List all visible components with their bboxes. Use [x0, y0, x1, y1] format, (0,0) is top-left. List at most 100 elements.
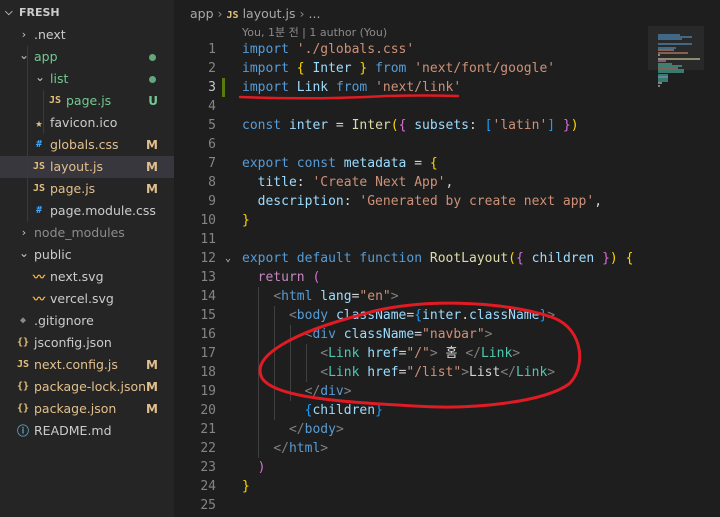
code-line[interactable]: 2 import { Inter } from 'next/font/google…: [174, 59, 648, 78]
minimap[interactable]: [648, 0, 720, 517]
code-line[interactable]: 7 export const metadata = {: [174, 154, 648, 173]
explorer-item-label: package-lock.json: [34, 379, 147, 394]
explorer-item[interactable]: ⓘ README.md: [0, 420, 174, 442]
chevron-down-icon: ⌄: [18, 48, 30, 62]
breadcrumb-folder[interactable]: app: [190, 6, 214, 21]
code-text: <Link href="/"> 홈 </Link>: [242, 344, 520, 363]
code-token: function: [359, 251, 423, 266]
code-token: [: [484, 118, 493, 133]
code-token: {: [625, 251, 634, 266]
explorer-item[interactable]: › .next: [0, 24, 174, 46]
line-number: 23: [200, 460, 216, 475]
code-token: metadata: [343, 156, 407, 171]
code-text: <div className="navbar">: [242, 325, 493, 344]
explorer-item-label: globals.css: [50, 137, 119, 152]
code-token: ]: [547, 118, 556, 133]
explorer-item[interactable]: ◆ .gitignore: [0, 310, 174, 332]
git-icon: ◆: [19, 315, 27, 326]
code-line[interactable]: 18 <Link href="/list">List</Link>: [174, 363, 648, 382]
code-token: Link: [515, 365, 548, 380]
code-token: html: [281, 289, 313, 304]
code-text: export const metadata = {: [242, 154, 438, 173]
explorer-item[interactable]: ⌄ public: [0, 244, 174, 266]
code-line[interactable]: 22 </html>: [174, 439, 648, 458]
code-line[interactable]: 10}: [174, 211, 648, 230]
minimap-slider[interactable]: [648, 26, 704, 70]
code-text: </html>: [242, 439, 328, 458]
code-token: <: [273, 289, 282, 304]
code-token: default: [296, 251, 352, 266]
line-number: 3: [208, 80, 216, 95]
code-token: 홈: [437, 346, 466, 361]
code-line[interactable]: 3 import Link from 'next/link': [174, 78, 648, 97]
code-line[interactable]: 1 import './globals.css': [174, 40, 648, 59]
explorer-item-label: package.json: [34, 401, 117, 416]
code-line[interactable]: 17 <Link href="/"> 홈 </Link>: [174, 344, 648, 363]
explorer-item[interactable]: › node_modules: [0, 222, 174, 244]
code-token: <: [320, 346, 329, 361]
code-text: const inter = Inter({ subsets: ['latin']…: [242, 116, 579, 135]
code-token: Link: [480, 346, 513, 361]
code-token: className: [343, 327, 415, 342]
code-line[interactable]: 8 title: 'Create Next App',: [174, 173, 648, 192]
breadcrumb-file[interactable]: layout.js: [243, 6, 296, 21]
js-file-icon: JS: [32, 183, 46, 194]
code-line[interactable]: 13 return (: [174, 268, 648, 287]
code-line[interactable]: 5 const inter = Inter({ subsets: ['latin'…: [174, 116, 648, 135]
code-line[interactable]: 15 <body className={inter.className}>: [174, 306, 648, 325]
json-file-icon: {}: [16, 403, 30, 414]
line-number: 16: [200, 327, 216, 342]
code-token: :: [343, 194, 360, 209]
explorer-item[interactable]: {} jsconfig.json: [0, 332, 174, 354]
code-line[interactable]: 25: [174, 496, 648, 515]
code-line[interactable]: 4: [174, 97, 648, 116]
code-line[interactable]: 14 <html lang="en">: [174, 287, 648, 306]
fold-chevron-icon[interactable]: ⌄: [225, 249, 231, 268]
code-token: Inter: [312, 61, 352, 76]
code-token: from: [375, 61, 407, 76]
explorer-item-label: next.svg: [50, 269, 104, 284]
code-line[interactable]: 16 <div className="navbar">: [174, 325, 648, 344]
code-line[interactable]: 19 </div>: [174, 382, 648, 401]
code-token: ): [609, 251, 618, 266]
code-token: Link: [296, 80, 329, 95]
chevron-right-icon: ›: [299, 6, 305, 21]
explorer-item[interactable]: {} package-lock.json M: [0, 376, 174, 398]
code-token: div: [320, 384, 344, 399]
code-token: {: [515, 251, 524, 266]
code-token: ): [257, 460, 266, 475]
line-number: 11: [200, 232, 216, 247]
explorer-root-folder[interactable]: ⌵ FRESH: [0, 0, 174, 26]
code-token: 'next/link': [375, 80, 462, 95]
explorer-item[interactable]: 〰 vercel.svg: [0, 288, 174, 310]
code-line[interactable]: 24}: [174, 477, 648, 496]
code-token: >: [343, 384, 352, 399]
code-token: >: [547, 308, 556, 323]
explorer-item[interactable]: JS next.config.js M: [0, 354, 174, 376]
chevron-right-icon: ›: [217, 6, 223, 21]
breadcrumb-symbol[interactable]: ...: [309, 6, 321, 21]
explorer-item[interactable]: {} package.json M: [0, 398, 174, 420]
git-status-badge: M: [146, 160, 158, 174]
code-text: import './globals.css': [242, 40, 414, 59]
code-token: import: [242, 42, 289, 57]
code-line[interactable]: 6: [174, 135, 648, 154]
code-token: </: [288, 422, 305, 437]
code-line[interactable]: 23 ): [174, 458, 648, 477]
explorer-item[interactable]: 〰 next.svg: [0, 266, 174, 288]
code-line[interactable]: 20 {children}: [174, 401, 648, 420]
code-line[interactable]: 12 ⌄ export default function RootLayout({ …: [174, 249, 648, 268]
code-token: from: [335, 80, 368, 95]
chevron-down-icon: ⌄: [18, 246, 30, 260]
code-token: >: [512, 346, 521, 361]
code-line[interactable]: 11: [174, 230, 648, 249]
code-token: (: [312, 270, 321, 285]
code-line[interactable]: 9 description: 'Generated by create next…: [174, 192, 648, 211]
code-token: >: [320, 441, 329, 456]
codelens-blame[interactable]: You, 1분 전 | 1 author (You): [242, 24, 387, 40]
code-line[interactable]: 21 </body>: [174, 420, 648, 439]
